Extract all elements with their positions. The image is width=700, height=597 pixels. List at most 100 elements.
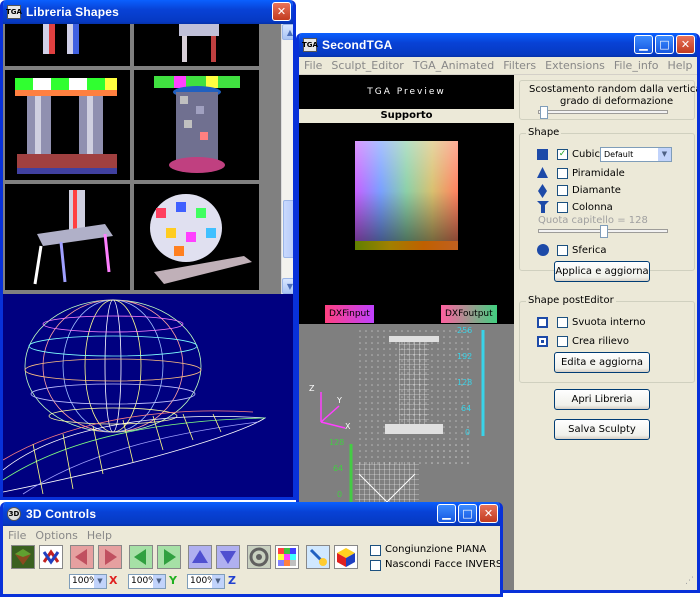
- shape-group-label: Shape: [526, 127, 562, 138]
- axis-label-64: 64: [461, 404, 472, 413]
- zoom-z-select[interactable]: 100% ▼: [187, 574, 225, 589]
- light-icon[interactable]: [306, 545, 330, 569]
- rotate-down-blue-button[interactable]: [216, 545, 240, 569]
- wireframe-viewport[interactable]: [3, 294, 293, 497]
- scroll-thumb[interactable]: [283, 200, 293, 258]
- menu-help[interactable]: Help: [87, 529, 112, 542]
- congiunzione-checkbox[interactable]: [370, 545, 381, 556]
- sferica-label: Sferica: [572, 245, 607, 256]
- shape-thumbnail[interactable]: [5, 24, 130, 66]
- shape-thumbnail[interactable]: [5, 184, 130, 290]
- axis-letter-x: X: [345, 422, 351, 431]
- supporto-label: Supporto: [299, 109, 514, 123]
- chevron-down-icon[interactable]: ▼: [153, 575, 165, 588]
- axis-left-64: 64: [333, 464, 344, 473]
- color-cube-icon[interactable]: [334, 545, 358, 569]
- sphere-icon: [537, 244, 549, 256]
- pyramid-icon: [537, 167, 548, 178]
- colonna-checkbox[interactable]: [557, 202, 568, 213]
- menu-help[interactable]: Help: [667, 59, 692, 72]
- deformation-slider-track[interactable]: [538, 110, 668, 114]
- texture-checker-icon[interactable]: [275, 545, 299, 569]
- apply-update-button[interactable]: Applica e aggiorna: [554, 261, 650, 282]
- quota-capitello-label: Quota capitello = 128: [538, 215, 648, 226]
- diamante-checkbox[interactable]: [557, 185, 568, 196]
- posteditor-group-label: Shape postEditor: [526, 295, 616, 306]
- diamante-label: Diamante: [572, 185, 621, 196]
- deformation-degree-label: grado di deformazione: [560, 96, 674, 107]
- zoom-x-select[interactable]: 100% ▼: [69, 574, 107, 589]
- apri-libreria-button[interactable]: Apri Libreria: [554, 389, 650, 410]
- dxf-input-button[interactable]: DXFinput: [325, 305, 374, 323]
- chevron-down-icon[interactable]: ▼: [94, 575, 106, 588]
- quota-slider-thumb[interactable]: [600, 225, 608, 238]
- dxf-output-button[interactable]: DXFoutput: [441, 305, 497, 323]
- controls-titlebar[interactable]: 3D 3D Controls ▁ □ ✕: [3, 502, 500, 526]
- crea-rilievo-checkbox[interactable]: [557, 336, 568, 347]
- app-icon: TGA: [302, 38, 318, 52]
- maximize-button[interactable]: □: [458, 504, 477, 523]
- shape-preset-dropdown[interactable]: Default ▼: [600, 147, 672, 162]
- menu-sculpt-editor[interactable]: Sculpt_Editor: [331, 59, 403, 72]
- menu-file[interactable]: File: [304, 59, 322, 72]
- close-button[interactable]: ✕: [272, 2, 291, 21]
- rotate-left-red-button[interactable]: [70, 545, 94, 569]
- shape-group: Shape ✓ Cubica Default ▼ Piramidale Diam…: [519, 127, 695, 271]
- libreria-title: Libreria Shapes: [26, 5, 120, 19]
- menu-file-info[interactable]: File_info: [614, 59, 659, 72]
- rotate-right-green-button[interactable]: [157, 545, 181, 569]
- minimize-button[interactable]: ▁: [437, 504, 456, 523]
- close-icon: ✕: [276, 5, 287, 18]
- minimize-button[interactable]: ▁: [634, 35, 653, 54]
- svuota-checkbox[interactable]: [557, 317, 568, 328]
- close-button[interactable]: ✕: [479, 504, 498, 523]
- controls-title: 3D Controls: [26, 507, 97, 521]
- maximize-icon: □: [659, 38, 670, 51]
- menu-tga-animated[interactable]: TGA_Animated: [413, 59, 494, 72]
- axis-letter-y: Y: [337, 396, 342, 405]
- edit-update-button[interactable]: Edita e aggiorna: [554, 352, 650, 373]
- scroll-down-button[interactable]: ▼: [282, 278, 293, 294]
- chevron-down-icon[interactable]: ▼: [212, 575, 224, 588]
- piramidale-checkbox[interactable]: [557, 168, 568, 179]
- controls-menubar: File Options Help: [3, 526, 500, 544]
- tga-color-strip: [355, 241, 458, 250]
- library-scrollbar[interactable]: ▲ ▼: [281, 24, 293, 294]
- shape-thumbnail[interactable]: [5, 70, 130, 180]
- libreria-titlebar[interactable]: TGA Libreria Shapes ✕: [3, 0, 293, 24]
- diamond-icon: [538, 184, 547, 198]
- rotate-up-blue-button[interactable]: [188, 545, 212, 569]
- scroll-up-button[interactable]: ▲: [282, 24, 293, 40]
- svuota-label: Svuota interno: [572, 317, 646, 328]
- maximize-button[interactable]: □: [655, 35, 674, 54]
- axis-letter-z: Z: [309, 384, 315, 393]
- hollow-icon: [537, 317, 548, 328]
- render-mode-icon[interactable]: [11, 545, 35, 569]
- tga-menubar: File Sculpt_Editor TGA_Animated Filters …: [299, 57, 697, 75]
- resize-grip-icon[interactable]: ⋰: [685, 576, 695, 586]
- deformation-slider-thumb[interactable]: [540, 106, 548, 119]
- zoom-y-select[interactable]: 100% ▼: [128, 574, 166, 589]
- piramidale-label: Piramidale: [572, 168, 625, 179]
- reset-view-icon[interactable]: [39, 545, 63, 569]
- shape-thumbnail[interactable]: [134, 70, 259, 180]
- target-icon[interactable]: [247, 545, 271, 569]
- rotate-right-red-button[interactable]: [98, 545, 122, 569]
- menu-extensions[interactable]: Extensions: [545, 59, 605, 72]
- shape-preset-value: Default: [604, 150, 634, 159]
- axis-label-256: 256: [457, 326, 473, 335]
- crea-rilievo-label: Crea rilievo: [572, 336, 629, 347]
- menu-file[interactable]: File: [8, 529, 26, 542]
- secondtga-titlebar[interactable]: TGA SecondTGA ▁ □ ✕: [299, 33, 697, 57]
- menu-filters[interactable]: Filters: [503, 59, 536, 72]
- close-button[interactable]: ✕: [676, 35, 695, 54]
- salva-sculpty-button[interactable]: Salva Sculpty: [554, 419, 650, 440]
- chevron-down-icon[interactable]: ▼: [658, 148, 671, 161]
- sferica-checkbox[interactable]: [557, 245, 568, 256]
- shape-thumbnail[interactable]: [134, 24, 259, 66]
- shape-thumbnail[interactable]: [134, 184, 259, 290]
- nascondi-checkbox[interactable]: [370, 560, 381, 571]
- cubica-checkbox[interactable]: ✓: [557, 149, 568, 160]
- menu-options[interactable]: Options: [35, 529, 77, 542]
- rotate-left-green-button[interactable]: [129, 545, 153, 569]
